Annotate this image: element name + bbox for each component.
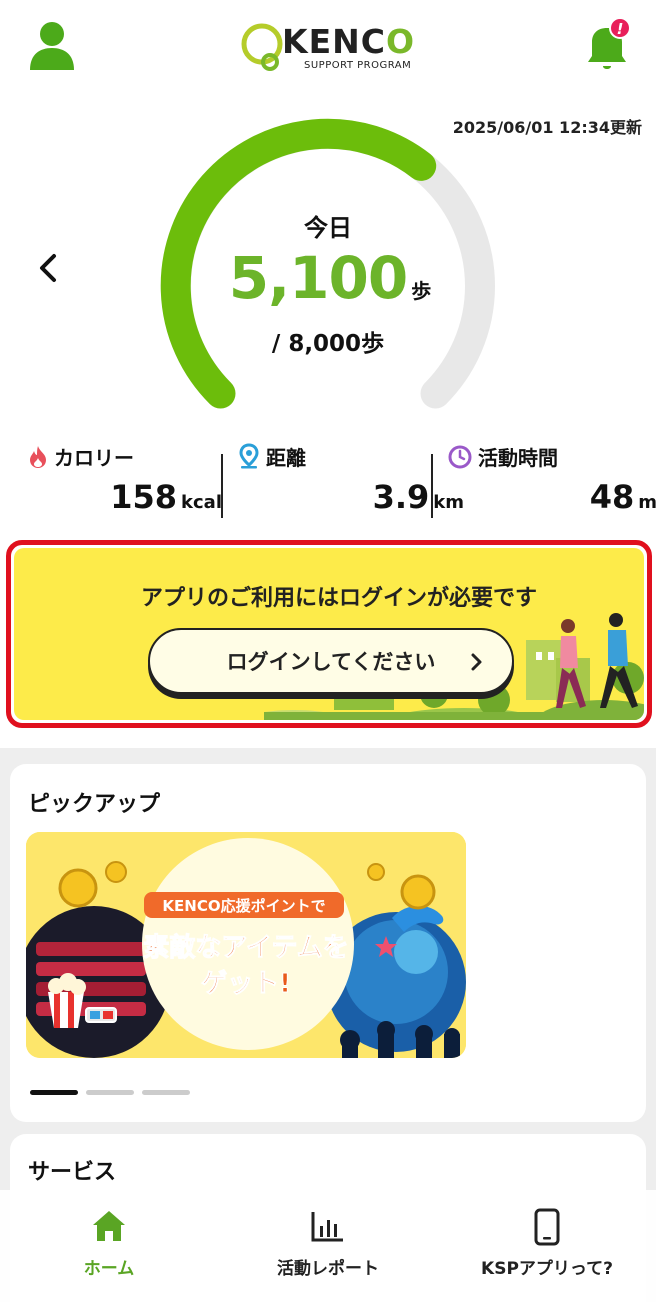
carousel-dot[interactable] — [142, 1090, 190, 1095]
metric-calories-unit: kcal — [181, 492, 222, 513]
metric-active-time-label: 活動時間 — [478, 446, 558, 470]
step-value: 5,100 — [228, 244, 408, 312]
banner-line1: KENCO応援ポイントで — [162, 897, 325, 915]
tab-activity-report[interactable]: 活動レポート — [219, 1190, 437, 1302]
step-unit: 歩 — [411, 279, 432, 303]
pickup-banner[interactable]: KENCO応援ポイントで 素敵なアイテムを ゲット! — [26, 832, 466, 1058]
clock-icon — [448, 445, 472, 469]
smartphone-icon — [534, 1208, 560, 1246]
logo-mark-icon — [241, 23, 283, 71]
step-goal: / 8,000歩 — [271, 331, 385, 357]
banner-line2: 素敵なアイテムを — [143, 933, 348, 963]
login-required-banner: アプリのご利用にはログインが必要です ログインしてください — [6, 540, 652, 728]
tab-about-app[interactable]: KSPアプリって? — [438, 1190, 656, 1302]
metric-calories: カロリー 158 kcal — [28, 436, 228, 522]
metric-distance-value: 3.9 — [372, 478, 430, 516]
app-header: KENCO SUPPORT PROGRAM ! — [0, 0, 656, 92]
points-promo-image: KENCO応援ポイントで 素敵なアイテムを ゲット! — [26, 832, 466, 1058]
logo-subtitle: SUPPORT PROGRAM — [304, 60, 412, 71]
metric-distance: 距離 3.9 km — [238, 436, 464, 522]
pickup-title: ピックアップ — [28, 792, 161, 817]
svg-text:!: ! — [617, 20, 624, 38]
home-icon — [93, 1211, 125, 1241]
tab-home-label: ホーム — [83, 1259, 135, 1279]
metric-distance-label: 距離 — [266, 446, 306, 470]
carousel-dot[interactable] — [86, 1090, 134, 1095]
chevron-right-icon — [471, 653, 482, 671]
bell-icon[interactable]: ! — [582, 16, 632, 72]
login-button[interactable]: ログインしてください — [148, 628, 514, 694]
tab-home[interactable]: ホーム — [0, 1190, 218, 1302]
metric-active-time-value: 48 — [589, 478, 635, 516]
step-count: 5,100 歩 — [150, 244, 510, 312]
bar-chart-icon — [311, 1212, 343, 1242]
metric-active-time-unit: min — [638, 492, 656, 513]
carousel-indicator — [30, 1080, 198, 1099]
map-pin-icon — [239, 443, 259, 469]
logo-text: KENCO — [282, 22, 416, 61]
chevron-left-icon[interactable] — [34, 250, 62, 286]
login-message: アプリのご利用にはログインが必要です — [140, 586, 537, 611]
metric-active-time: 活動時間 48min — [448, 436, 656, 522]
carousel-dot[interactable] — [30, 1090, 78, 1095]
tab-about-app-label: KSPアプリって? — [481, 1259, 613, 1279]
banner-line3: ゲット! — [201, 969, 291, 999]
today-label: 今日 — [304, 214, 352, 242]
service-title: サービス — [28, 1160, 117, 1185]
metric-divider — [431, 454, 433, 518]
metric-divider — [221, 454, 223, 518]
metric-calories-value: 158 — [110, 478, 178, 516]
user-icon[interactable] — [28, 20, 76, 70]
tab-activity-report-label: 活動レポート — [277, 1259, 379, 1279]
bottom-tab-bar: ホーム 活動レポート KSPアプリって? — [0, 1190, 656, 1302]
activity-metrics: カロリー 158kcal 距離 3.9km 活動時間 48min — [0, 436, 656, 522]
login-button-label: ログインしてください — [226, 650, 436, 674]
flame-icon — [30, 446, 46, 468]
kenco-logo: KENCO SUPPORT PROGRAM — [238, 22, 418, 74]
pickup-section: ピックアップ KENCO応援ポイントで 素敵なアイテムを ゲット! — [10, 764, 646, 1122]
metric-calories-label: カロリー — [54, 446, 134, 470]
